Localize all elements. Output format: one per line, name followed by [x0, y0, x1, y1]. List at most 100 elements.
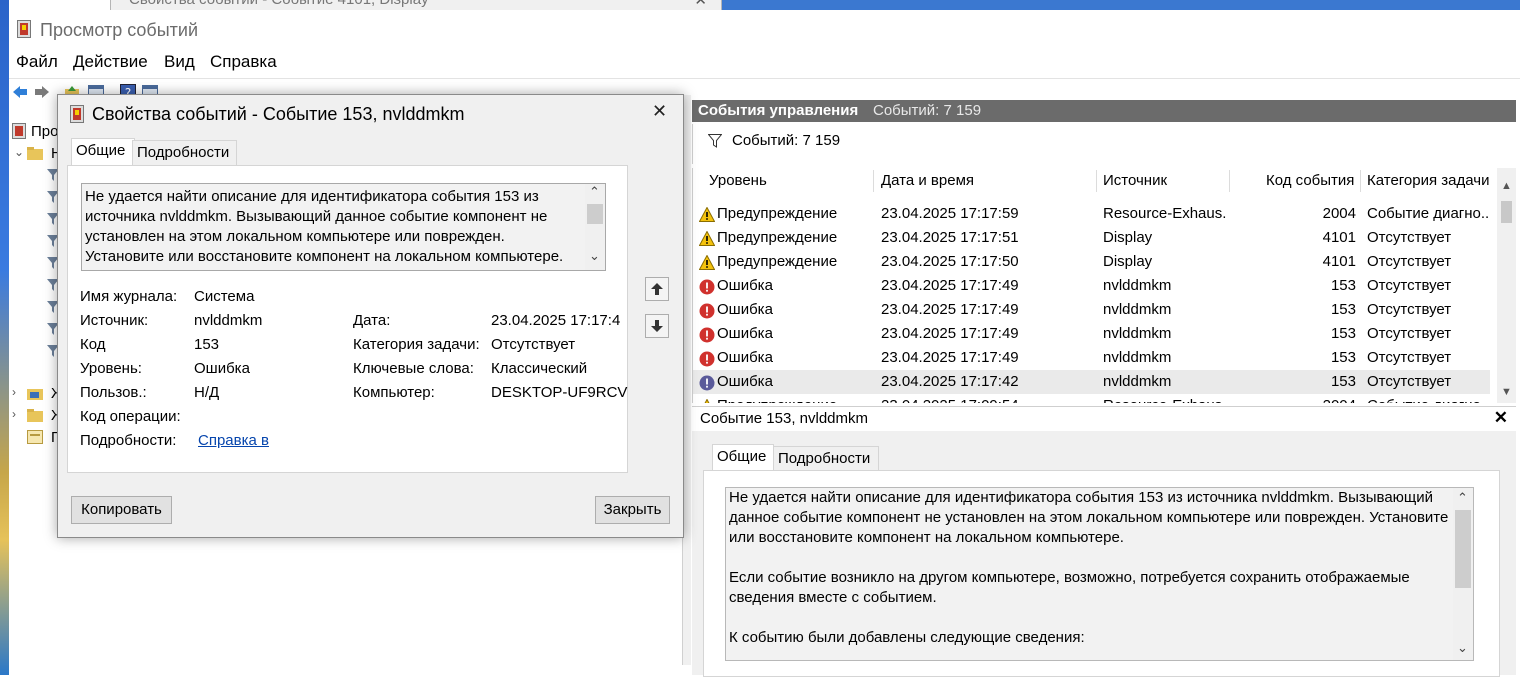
desktop-background-top: [720, 0, 1520, 10]
column-header-date[interactable]: Дата и время: [881, 172, 974, 194]
cell-event-id: 2004: [1268, 397, 1356, 403]
chevron-up-icon[interactable]: ⌃: [1457, 490, 1468, 506]
event-viewer-node-icon: [12, 123, 26, 139]
cell-source: nvlddmkm: [1103, 301, 1172, 318]
cell-level: Ошибка: [717, 373, 773, 390]
list-title: События управления: [698, 102, 859, 119]
close-icon[interactable]: ✕: [652, 101, 667, 122]
tab-details[interactable]: Подробности: [132, 140, 237, 165]
event-viewer-icon: [17, 20, 31, 38]
description-paragraph: Если событие возникло на другом компьюте…: [729, 569, 1410, 606]
detail-title: Событие 153, nvlddmkm: [700, 410, 869, 427]
description-scrollbar[interactable]: ⌃ ⌄: [585, 184, 605, 270]
error-icon: [699, 351, 715, 367]
description-text: Не удается найти описание для идентифика…: [85, 188, 564, 265]
cell-level: Предупреждение: [717, 253, 838, 270]
copy-button[interactable]: Копировать: [71, 496, 172, 524]
cell-task-category: Событие диагно...: [1367, 397, 1490, 403]
tab-general[interactable]: Общие: [712, 444, 774, 471]
detail-description[interactable]: Не удается найти описание для идентифика…: [725, 487, 1455, 661]
cell-event-id: 153: [1330, 349, 1356, 366]
table-row[interactable]: Предупреждение 23.04.2025 17:17:59 Resourc…: [693, 202, 1490, 226]
chevron-down-icon[interactable]: ⌄: [1457, 640, 1468, 656]
table-row[interactable]: Предупреждение 23.04.2025 17:09:54 Resourc…: [693, 394, 1490, 403]
table-row[interactable]: Предупреждение 23.04.2025 17:17:50 Display…: [693, 250, 1490, 274]
online-help-link[interactable]: Справка в: [198, 432, 269, 449]
user-label: Пользов.:: [80, 384, 147, 401]
column-divider[interactable]: [1096, 170, 1097, 192]
column-header-level[interactable]: Уровень: [709, 172, 767, 194]
tree-root[interactable]: Прос: [9, 121, 61, 143]
column-header-event-id[interactable]: Код события: [1266, 172, 1354, 194]
column-divider[interactable]: [1229, 170, 1230, 192]
filter-count: Событий: 7 159: [732, 132, 841, 149]
chevron-up-icon[interactable]: ⌃: [589, 184, 600, 200]
event-properties-dialog: Свойства событий - Событие 153, nvlddmkm…: [57, 94, 684, 538]
cell-level: Предупреждение: [717, 229, 838, 246]
chevron-right-icon[interactable]: ›: [12, 407, 16, 421]
tree-node-custom-views[interactable]: ⌄ Н: [9, 143, 61, 165]
cell-task-category: Отсутствует: [1367, 301, 1452, 318]
table-row[interactable]: Предупреждение 23.04.2025 17:17:51 Display…: [693, 226, 1490, 250]
description-paragraph: К событию были добавлены следующие сведе…: [729, 629, 1085, 646]
column-divider[interactable]: [873, 170, 874, 192]
scroll-thumb[interactable]: [587, 204, 603, 224]
cell-source: nvlddmkm: [1103, 349, 1172, 366]
previous-event-button[interactable]: [645, 277, 669, 301]
table-row[interactable]: Ошибка 23.04.2025 17:17:42 nvlddmkm 153 Отсу…: [693, 370, 1490, 394]
folder-icon: [27, 389, 43, 400]
close-icon[interactable]: ✕: [1494, 408, 1508, 428]
log-name-value: Система: [194, 288, 255, 305]
cell-source: nvlddmkm: [1103, 325, 1172, 342]
event-code-value: 153: [194, 336, 220, 353]
table-scrollbar[interactable]: ▲ ▼: [1497, 168, 1516, 403]
forward-arrow-icon[interactable]: [33, 83, 51, 101]
column-header-task-category[interactable]: Категория задачи: [1367, 172, 1489, 194]
scroll-down-icon[interactable]: ▼: [1501, 386, 1512, 398]
events-table: Уровень Дата и время Источник Код событи…: [692, 168, 1506, 403]
column-header-source[interactable]: Источник: [1103, 172, 1167, 194]
chevron-down-icon[interactable]: ⌄: [589, 248, 600, 264]
tree-node-app-logs[interactable]: › Ж: [9, 405, 61, 427]
cell-source: Resource-Exhaus...: [1103, 397, 1227, 403]
tree-node-subscriptions[interactable]: П: [9, 427, 61, 449]
cell-date: 23.04.2025 17:17:50: [881, 253, 1019, 270]
dialog-description[interactable]: Не удается найти описание для идентифика…: [81, 183, 606, 271]
close-button[interactable]: Закрыть: [595, 496, 670, 524]
background-window-close-icon[interactable]: ✕: [694, 0, 707, 9]
tree-node-windows-logs[interactable]: › Ж: [9, 383, 61, 405]
back-arrow-icon[interactable]: [11, 83, 29, 101]
task-category-value: Отсутствует: [491, 336, 576, 353]
menu-file[interactable]: Файл: [16, 52, 58, 72]
next-event-button[interactable]: [645, 314, 669, 338]
menu-action[interactable]: Действие: [73, 52, 148, 72]
opcode-label: Код операции:: [80, 408, 181, 425]
menu-view[interactable]: Вид: [164, 52, 195, 72]
cell-event-id: 153: [1330, 277, 1356, 294]
scroll-thumb[interactable]: [1501, 201, 1512, 223]
cell-event-id: 4101: [1322, 229, 1356, 246]
error-icon: [699, 327, 715, 343]
table-row[interactable]: Ошибка 23.04.2025 17:17:49 nvlddmkm 153 Отсу…: [693, 322, 1490, 346]
window-title: Просмотр событий: [40, 20, 199, 40]
menu-help[interactable]: Справка: [210, 52, 277, 72]
chevron-down-icon[interactable]: ⌄: [14, 145, 24, 159]
cell-date: 23.04.2025 17:17:49: [881, 325, 1019, 342]
description-scrollbar[interactable]: ⌃ ⌄: [1453, 487, 1474, 661]
scroll-thumb[interactable]: [1455, 510, 1471, 588]
column-divider[interactable]: [1360, 170, 1361, 192]
table-row[interactable]: Ошибка 23.04.2025 17:17:49 nvlddmkm 153 Отсу…: [693, 346, 1490, 370]
scroll-up-icon[interactable]: ▲: [1501, 180, 1512, 192]
subscriptions-icon: [27, 430, 43, 444]
cell-source: Resource-Exhaus...: [1103, 205, 1227, 222]
tab-details[interactable]: Подробности: [773, 446, 879, 471]
table-row[interactable]: Ошибка 23.04.2025 17:17:49 nvlddmkm 153 Отсу…: [693, 274, 1490, 298]
cell-event-id: 4101: [1322, 253, 1356, 270]
source-value: nvlddmkm: [194, 312, 263, 329]
table-row[interactable]: Ошибка 23.04.2025 17:17:49 nvlddmkm 153 Отсу…: [693, 298, 1490, 322]
level-label: Уровень:: [80, 360, 142, 377]
task-category-label: Категория задачи:: [353, 336, 480, 353]
list-header-bar: События управления Событий: 7 159: [692, 100, 1516, 122]
chevron-right-icon[interactable]: ›: [12, 385, 16, 399]
tab-general[interactable]: Общие: [71, 138, 135, 165]
